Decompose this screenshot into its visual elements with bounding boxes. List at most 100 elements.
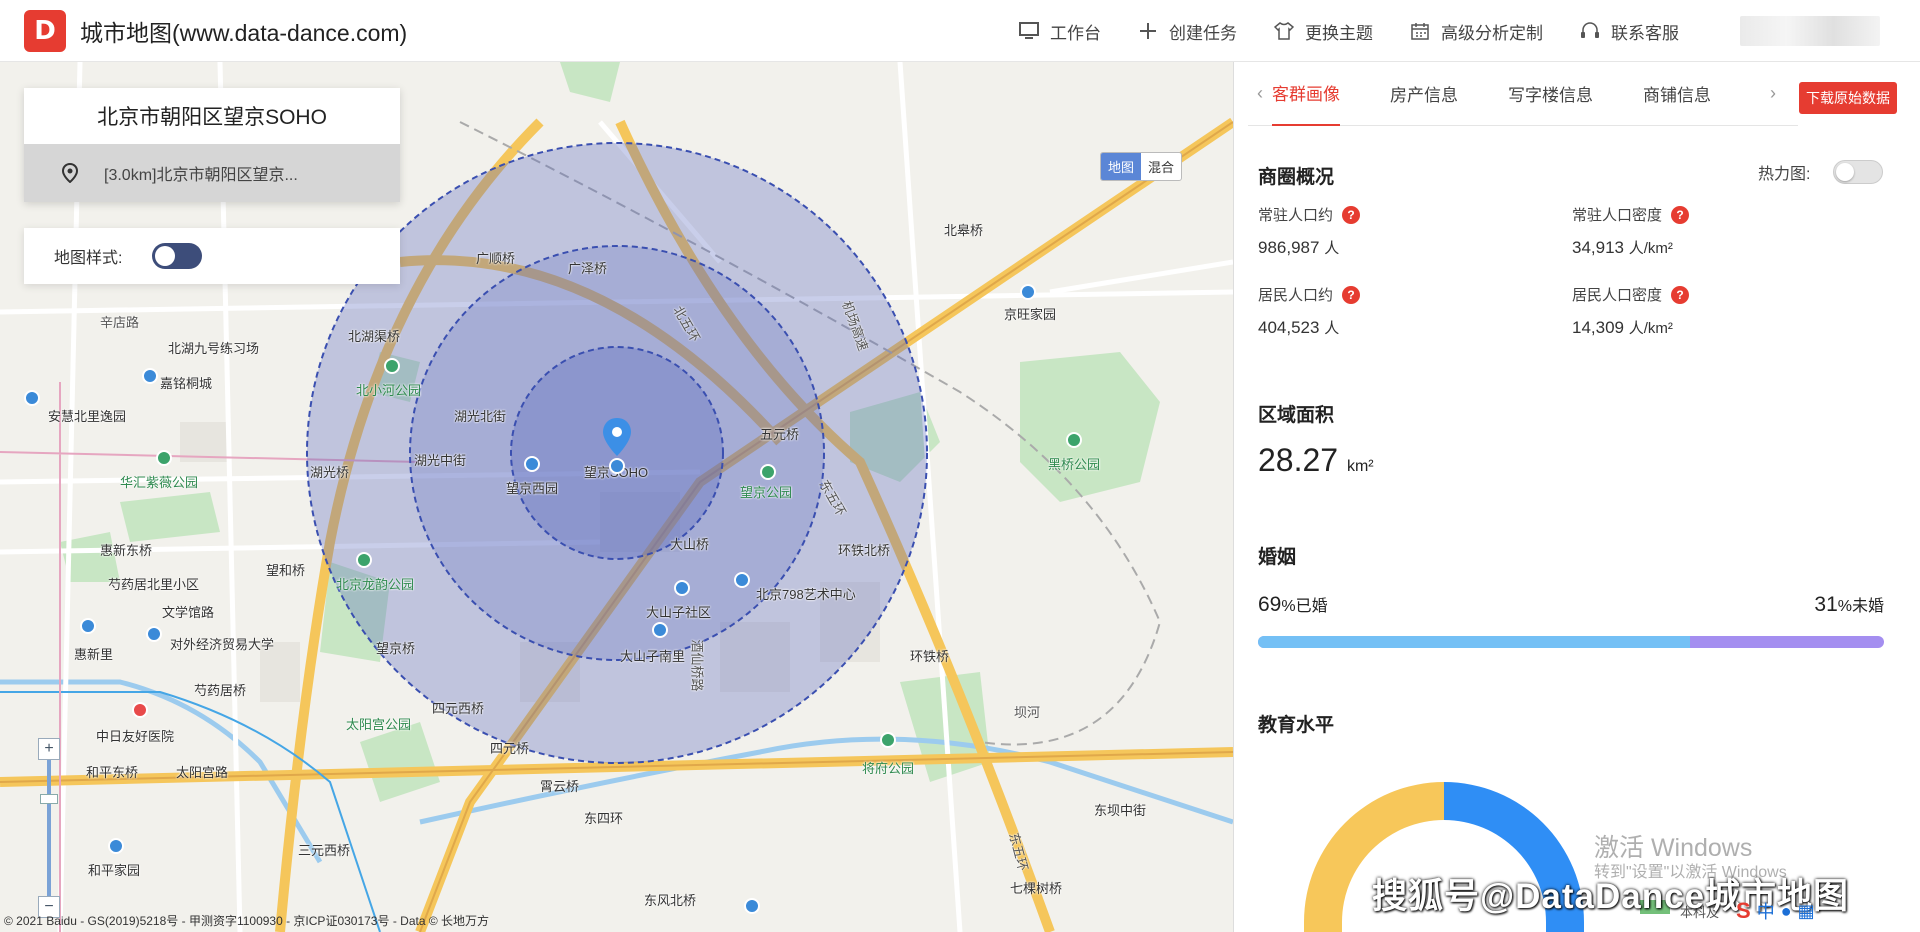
poi-icon[interactable] [1020,284,1036,300]
map-label: 三元西桥 [298,843,351,858]
poi-icon[interactable] [142,368,158,384]
zoom-track[interactable] [47,760,51,896]
map-label: 惠新里 [74,647,114,662]
stat-value: 14,309 [1572,318,1624,337]
map-label: 坝河 [1014,705,1041,720]
map-label: 太阳宫公园 [346,717,412,732]
poi-icon[interactable] [744,898,760,914]
map-label: 东风北桥 [644,893,697,908]
nav-advanced-analysis[interactable]: 高级分析定制 [1409,19,1543,44]
map-label: 和平家园 [88,863,141,878]
zoom-in-button[interactable]: + [38,738,60,760]
stat-value: 986,987 [1258,238,1320,257]
poi-icon[interactable] [356,552,372,568]
app-title: 城市地图(www.data-dance.com) [80,19,408,46]
map-label: 对外经济贸易大学 [170,637,275,652]
hospital-icon[interactable] [132,702,148,718]
nav-workbench[interactable]: 工作台 [1018,19,1101,44]
tab-customer-profile[interactable]: 客群画像 [1272,62,1340,126]
stat-household-density: 居民人口密度? 14,309 人/km² [1572,284,1690,338]
chevron-right-icon[interactable]: › [1761,83,1785,104]
map-label: 广顺桥 [476,251,516,266]
stat-unit: 人 [1324,320,1340,337]
map-type-standard[interactable]: 地图 [1101,153,1142,180]
map-label: 北湖渠桥 [348,329,401,344]
overview-title: 商圈概况 [1258,167,1335,188]
monitor-icon [1018,20,1040,42]
poi-icon[interactable] [652,622,668,638]
unmarried-pct: 31 [1814,593,1838,616]
poi-icon[interactable] [108,838,124,854]
search-result-item[interactable]: [3.0km]北京市朝阳区望京... [24,144,400,202]
search-location-title: 北京市朝阳区望京SOHO [97,106,327,129]
map-label: 太阳宫路 [176,765,229,780]
poi-icon[interactable] [880,732,896,748]
stat-label: 居民人口密度 [1572,287,1663,304]
stat-unit: 人/km² [1628,320,1673,337]
analysis-panel: ‹ 客群画像 房产信息 写字楼信息 商铺信息 › 下载原始数据 商圈概况 热力图… [1233,62,1920,932]
map-label: 惠新东桥 [100,543,153,558]
school-icon[interactable] [146,626,162,642]
marriage-values: 69%已婚 31%未婚 [1258,592,1884,622]
area-value-block: 28.27 km² [1258,442,1374,479]
poi-icon[interactable] [524,456,540,472]
poi-icon[interactable] [674,580,690,596]
help-icon[interactable]: ? [1342,285,1361,304]
map-label: 芍药居北里小区 [108,577,200,592]
poi-icon[interactable] [80,618,96,634]
app-logo[interactable]: D [24,9,66,52]
heatmap-toggle[interactable] [1833,160,1883,184]
nav-create-task[interactable]: 创建任务 [1137,19,1237,44]
chevron-left-icon[interactable]: ‹ [1248,83,1272,104]
stat-value: 404,523 [1258,318,1320,337]
map-label: 京旺家园 [1004,307,1057,322]
poi-icon[interactable] [24,390,40,406]
poi-icon[interactable] [1066,432,1082,448]
nav-contact-support[interactable]: 联系客服 [1579,19,1679,44]
help-icon[interactable]: ? [1671,285,1690,304]
keyboard-icon[interactable]: ▦ [1798,901,1815,922]
map-label: 四元西桥 [432,701,485,716]
map-label: 望和桥 [266,563,306,578]
location-search-card: 北京市朝阳区望京SOHO [3.0km]北京市朝阳区望京... [24,88,400,202]
nav-change-theme[interactable]: 更换主题 [1273,19,1373,44]
unmarried-label: %未婚 [1837,598,1884,615]
zoom-slider-handle[interactable] [40,794,58,804]
map-style-toggle[interactable] [152,243,203,269]
help-icon[interactable]: ? [1342,205,1361,224]
tab-office-info[interactable]: 写字楼信息 [1508,62,1593,126]
tab-shop-info[interactable]: 商铺信息 [1643,62,1711,126]
map-label: 北湖九号练习场 [168,341,260,356]
map-type-hybrid[interactable]: 混合 [1141,153,1181,180]
poi-icon[interactable] [384,358,400,374]
calendar-icon [1409,20,1431,42]
map-label: 四元桥 [490,741,530,756]
map-label: 东坝中街 [1094,803,1147,818]
user-account-blurred[interactable] [1740,16,1880,46]
map-label: 黑桥公园 [1048,457,1101,472]
download-raw-data-button[interactable]: 下载原始数据 [1799,82,1897,114]
poi-icon[interactable] [156,450,172,466]
map-label: 望京公园 [740,485,793,500]
ime-toolbar[interactable]: S 中 ● ▦ [1736,898,1815,924]
plus-icon [1137,20,1159,42]
tab-property-info[interactable]: 房产信息 [1390,62,1458,126]
nav-label: 高级分析定制 [1441,23,1543,43]
center-poi-icon[interactable] [609,458,625,474]
poi-icon[interactable] [734,572,750,588]
top-nav: 工作台 创建任务 更换主题 高级分析定制 联系客服 [1018,0,1715,62]
stat-value: 34,913 [1572,238,1624,257]
stat-unit: 人/km² [1628,240,1673,257]
sogou-icon[interactable]: S [1736,898,1751,924]
map-label: 嘉铭桐城 [160,376,213,391]
stat-label: 居民人口约 [1258,287,1334,304]
microphone-icon[interactable]: ● [1781,901,1792,922]
map-label: 大山子社区 [646,605,712,620]
heatmap-label: 热力图: [1758,166,1811,183]
poi-icon[interactable] [760,464,776,480]
ime-mode[interactable]: 中 [1757,898,1775,924]
map-label: 望京桥 [376,641,416,656]
location-pin-icon [61,162,79,184]
help-icon[interactable]: ? [1671,205,1690,224]
map-label: 中日友好医院 [96,729,175,744]
